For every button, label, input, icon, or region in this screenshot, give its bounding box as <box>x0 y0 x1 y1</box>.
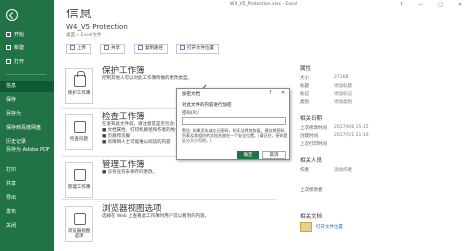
manage-workbook-section: 管理工作簿 管理工作簿 ■ 没有任何未保存的更改。 <box>62 158 276 200</box>
cancel-button[interactable]: 取消 <box>262 151 286 159</box>
date-value: 2017/6/6 15:15 <box>334 125 369 130</box>
nav-item-publish[interactable]: 发布 <box>0 207 54 218</box>
section-title: 浏览器视图选项 <box>102 204 162 214</box>
folder-icon <box>180 45 185 50</box>
section-title: 保护工作簿 <box>102 66 145 76</box>
password-label: 密码(R): <box>182 111 200 116</box>
upload-button[interactable]: 上传 <box>66 44 91 54</box>
open-location-button[interactable]: 打开文件位置 <box>176 44 219 54</box>
prop-value[interactable]: 添加类别 <box>334 99 352 105</box>
dates-heading: 相关日期 <box>300 116 323 122</box>
document-path: 桌面 » Excel文件 <box>66 33 102 38</box>
people-value[interactable]: 添加作者 <box>334 167 352 173</box>
nav-item-open[interactable]: 打开 <box>0 57 54 68</box>
section-desc: ■ 没有任何未保存的更改。 <box>102 170 158 175</box>
manage-workbook-icon <box>74 169 86 181</box>
upload-icon <box>70 45 75 50</box>
nav-item-home[interactable]: 开始 <box>0 30 54 41</box>
lock-icon <box>74 71 86 87</box>
maximize-icon[interactable]: □ <box>438 2 443 8</box>
nav-item-baidu[interactable]: 保存到百度网盘 <box>0 123 54 134</box>
properties-heading[interactable]: 属性 <box>300 64 311 72</box>
nav-item-new[interactable]: 新建 <box>0 43 54 54</box>
date-key: 创建时间 <box>300 134 318 139</box>
window-title: W4_V5_Protection.xlsx - Excel <box>230 2 298 7</box>
section-title: 检查工作簿 <box>102 112 145 122</box>
prop-value: 271KB <box>334 75 349 80</box>
people-key: 上次修改者 <box>300 188 323 193</box>
browser-view-icon <box>74 213 86 225</box>
section-desc: 控制其他人可以对此工作簿所做的更改类型。 <box>102 76 192 81</box>
help-icon[interactable]: ? <box>400 2 403 8</box>
minimize-icon[interactable]: — <box>418 2 423 8</box>
prop-value[interactable]: 添加标题 <box>334 83 352 89</box>
browser-view-options-button[interactable]: 浏览器视图选项 <box>65 206 93 242</box>
section-title: 管理工作簿 <box>102 160 145 170</box>
date-value: 2017/5/1 21:19 <box>334 133 369 138</box>
copy-path-icon <box>138 45 143 50</box>
browser-view-section: 浏览器视图选项 浏览器视图选项 选择在 Web 上查看此工作簿时用户可以看到的内… <box>62 202 276 246</box>
divider <box>62 199 276 200</box>
date-key: 上次修改时间 <box>300 126 327 131</box>
prop-value[interactable]: 添加标记 <box>334 91 352 97</box>
nav-item-print[interactable]: 打印 <box>0 165 54 176</box>
nav-item-share[interactable]: 共享 <box>0 179 54 190</box>
nav-item-adobe-pdf[interactable]: 另存为 Adobe PDF <box>0 146 54 162</box>
backstage-nav: 开始 新建 打开 信息 保存 另存为 保存到百度网盘 历史记录 另存为 Adob… <box>0 0 54 251</box>
related-docs-heading: 相关文档 <box>300 214 323 220</box>
page-title: 信息 <box>66 9 93 18</box>
share-button[interactable]: 共享 <box>100 44 125 54</box>
inspect-icon <box>74 121 86 133</box>
check-issues-button[interactable]: 检查问题 <box>65 114 93 150</box>
manage-workbook-button[interactable]: 管理工作簿 <box>65 162 93 198</box>
nav-item-close[interactable]: 关闭 <box>0 221 54 232</box>
ok-button[interactable]: 确定 <box>237 151 259 159</box>
nav-item-save[interactable]: 保存 <box>0 95 54 106</box>
people-heading: 相关人员 <box>300 158 323 164</box>
nav-divider <box>6 74 46 75</box>
dialog-close-icon[interactable]: ✕ <box>281 90 285 96</box>
document-name: W4_V5 Protection <box>66 23 128 31</box>
dialog-title: 加密文档 <box>182 92 200 97</box>
nav-item-export[interactable]: 导出 <box>0 193 54 204</box>
share-icon <box>104 45 109 50</box>
open-file-location-link[interactable]: 打开文件位置 <box>316 224 343 230</box>
prop-key: 标记 <box>300 92 309 97</box>
dialog-message: 对此文件的内容进行加密 <box>182 103 232 108</box>
encrypt-document-dialog: 加密文档 ? ✕ 对此文件的内容进行加密 密码(R): 警告: 如果丢失或忘记密… <box>176 88 290 160</box>
close-window-icon[interactable]: ✕ <box>458 2 462 8</box>
people-key: 作者 <box>300 168 309 173</box>
home-icon <box>6 32 11 37</box>
title-bar: W4_V5_Protection.xlsx - Excel ? — □ ✕ <box>54 0 474 10</box>
new-icon <box>6 45 11 50</box>
prop-key: 类别 <box>300 100 309 105</box>
protect-workbook-button[interactable]: 保护工作簿 <box>65 68 93 104</box>
password-input[interactable] <box>182 117 286 125</box>
nav-item-info[interactable]: 信息 <box>0 81 54 92</box>
nav-item-save-as[interactable]: 另存为 <box>0 109 54 120</box>
date-key: 上次打印时间 <box>300 142 327 147</box>
open-icon <box>6 59 11 64</box>
folder-icon <box>300 222 312 232</box>
section-desc: 选择在 Web 上查看此工作簿时用户可以看到的内容。 <box>102 214 210 219</box>
back-arrow-icon[interactable] <box>6 9 18 21</box>
copy-path-button[interactable]: 复制路径 <box>134 44 168 54</box>
prop-key: 标题 <box>300 84 309 89</box>
dialog-help-icon[interactable]: ? <box>269 90 272 96</box>
dialog-warning: 警告: 如果丢失或忘记密码，则无法将其恢复。建议将密码列表及其相应的文档名放在一… <box>182 128 288 143</box>
prop-key: 大小 <box>300 76 309 81</box>
